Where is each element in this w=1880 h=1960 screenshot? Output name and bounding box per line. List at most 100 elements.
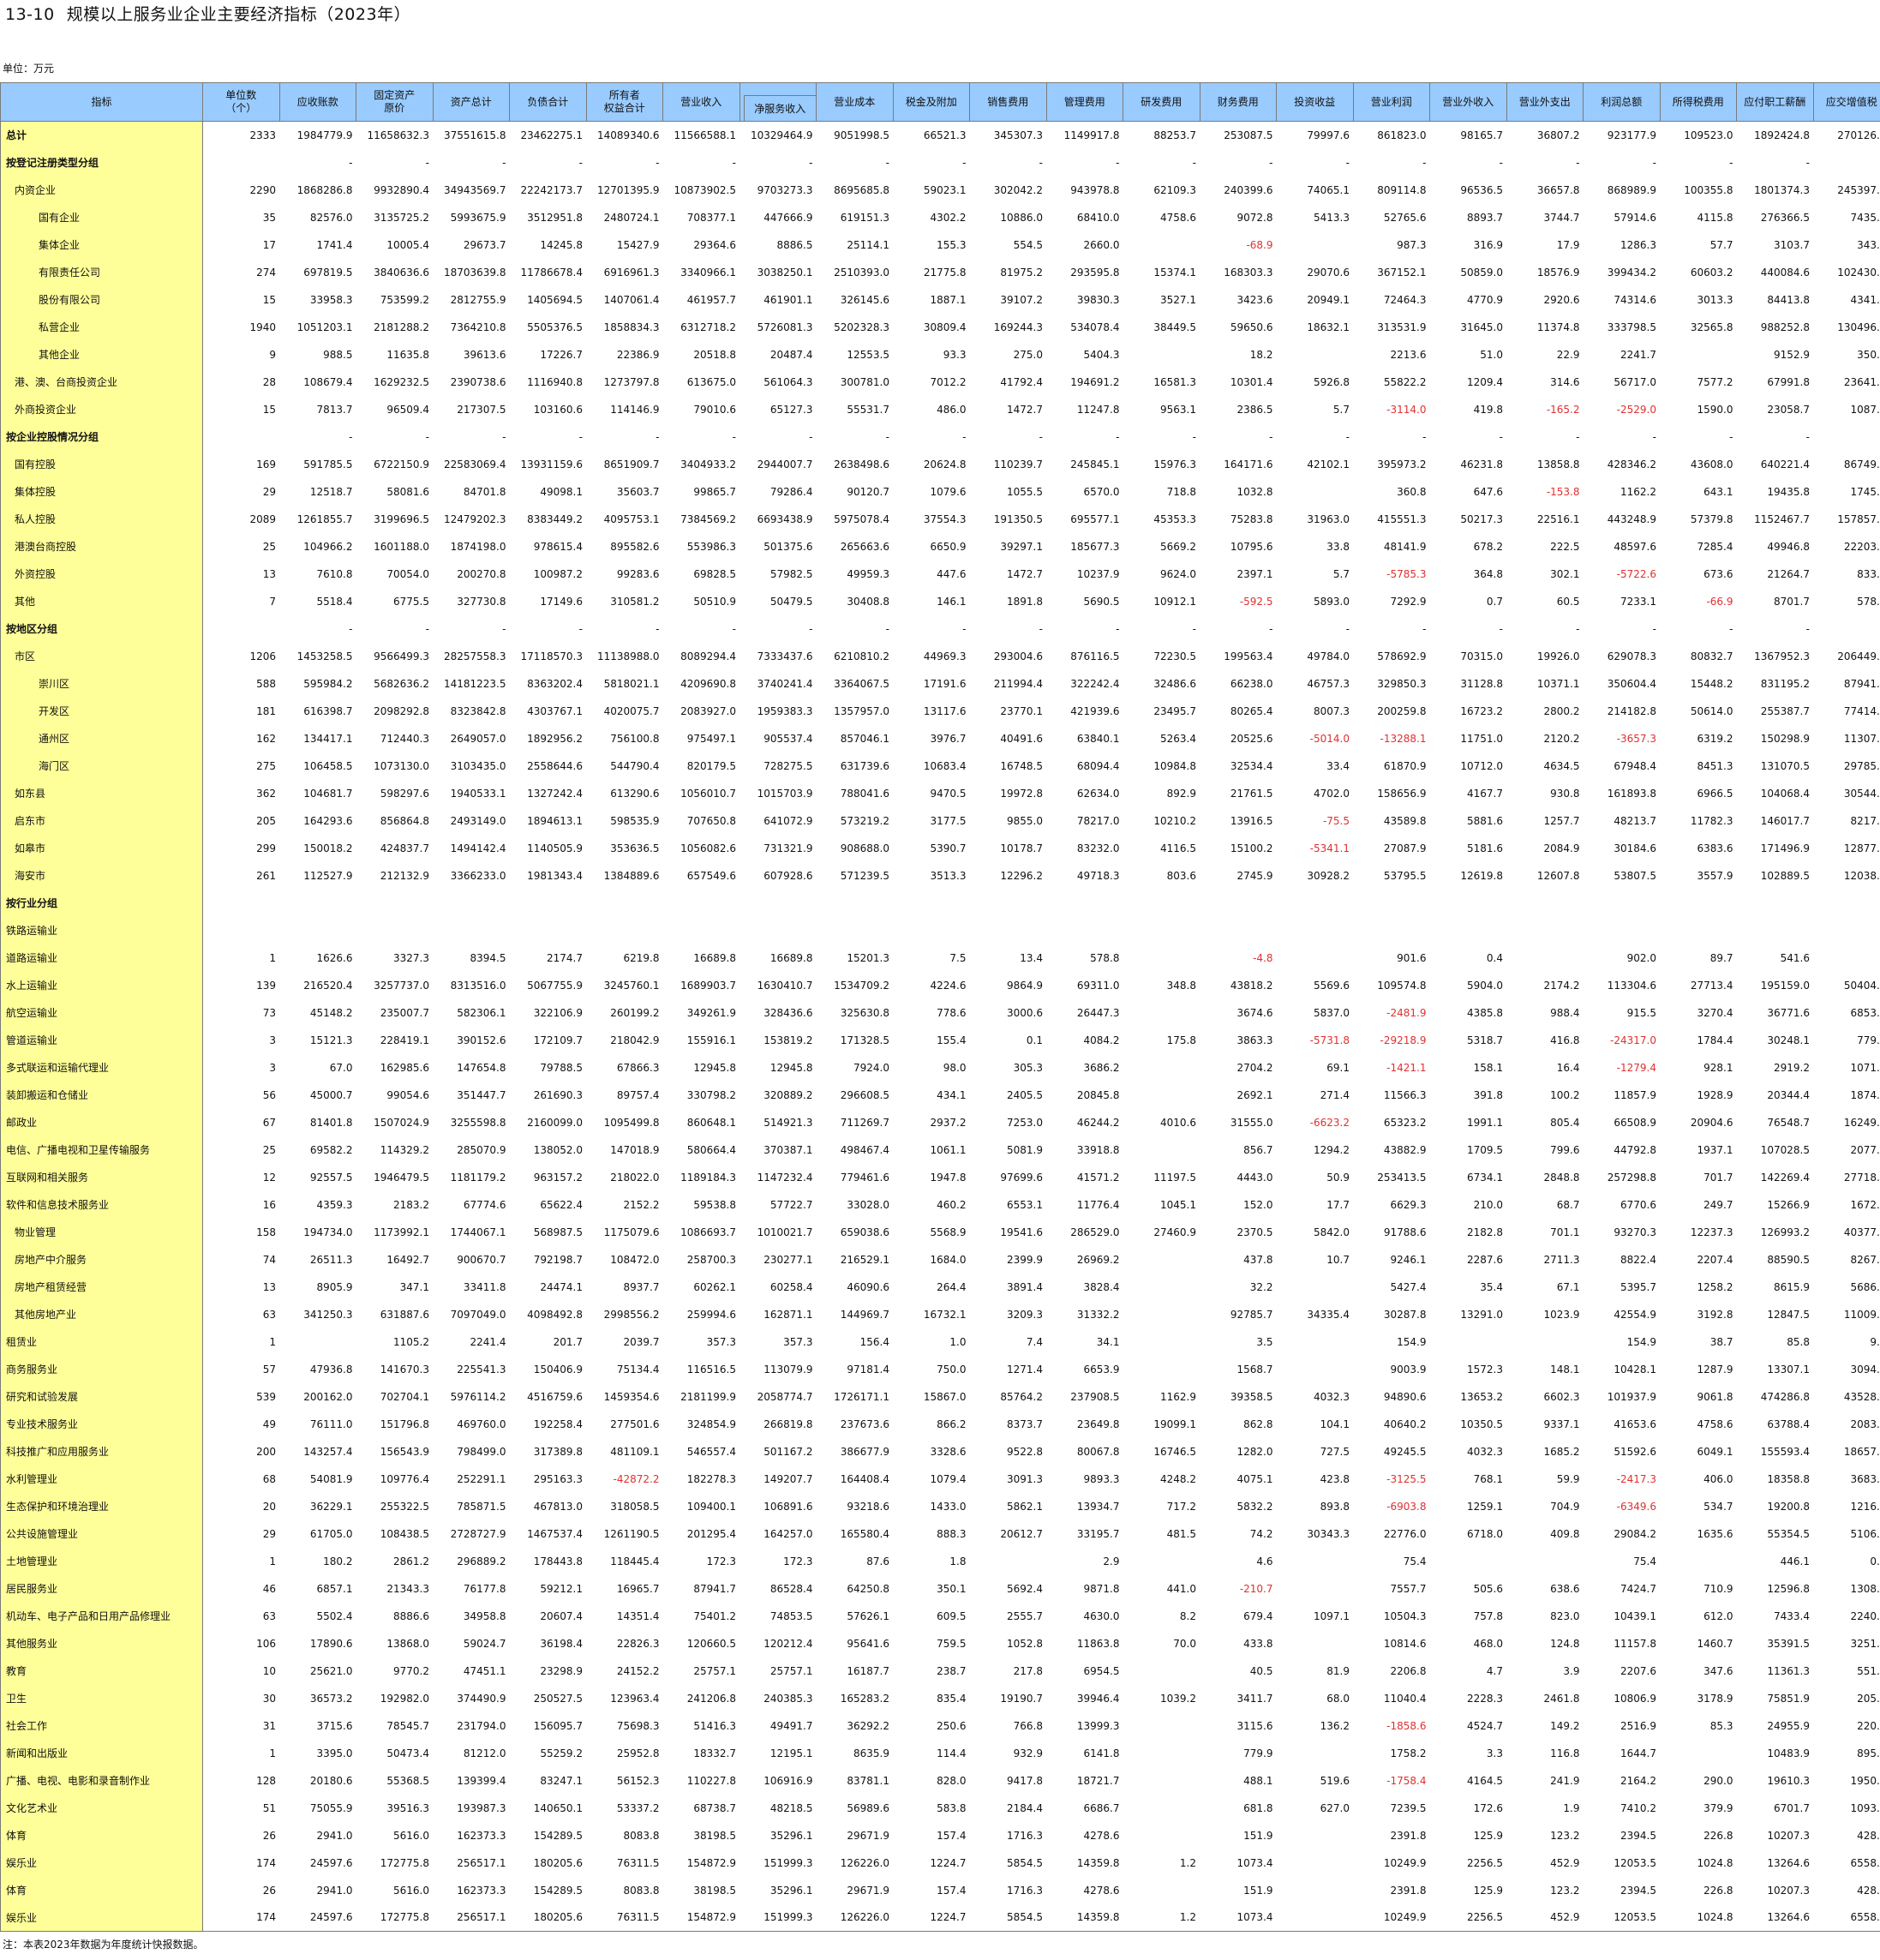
table-cell: 276366.5 (1760, 211, 1810, 224)
table-cell: 36657.8 (1536, 183, 1580, 196)
table-cell: 155.4 (937, 1034, 967, 1046)
table-cell: 1858834.3 (603, 321, 660, 333)
table-row: 总计 2333 1984779.9 11658632.3 37551615.8 23462… (0, 121, 1880, 149)
table-cell: 1894613.1 (527, 814, 583, 827)
table-cell: 59538.8 (693, 1198, 736, 1211)
table-cell (1584, 917, 1661, 944)
column-header: 财务费用 (1199, 82, 1277, 122)
table-row: 按地区分组--------------------- (0, 614, 1880, 643)
table-cell: 10912.1 (1153, 595, 1196, 608)
table-cell: 613290.6 (610, 787, 660, 800)
table-cell: 46244.2 (1076, 1116, 1120, 1129)
table-cell: 322242.4 (1070, 677, 1120, 690)
table-cell: 1407061.4 (603, 293, 660, 306)
table-cell: 286529.0 (1070, 1226, 1120, 1238)
table-cell: 316.9 (1473, 238, 1503, 251)
table-cell (1353, 890, 1430, 917)
table-cell: 1056082.6 (680, 842, 736, 854)
table-cell: 79286.4 (769, 485, 813, 498)
table-cell: 20612.7 (1000, 1527, 1043, 1540)
table-cell: 1010021.7 (757, 1226, 813, 1238)
table-cell: 7424.7 (1620, 1582, 1656, 1595)
table-cell: 9770.2 (393, 1664, 429, 1677)
table-cell: 60258.4 (769, 1280, 813, 1293)
column-header: 指标 (0, 82, 203, 122)
table-cell: 474286.8 (1760, 1390, 1810, 1403)
row-label: 航空运输业 (0, 998, 203, 1027)
table-cell: 11635.8 (386, 348, 429, 361)
table-cell: 647.6 (1473, 485, 1503, 498)
table-cell: 2998556.2 (603, 1308, 660, 1321)
table-cell: 4032.3 (1467, 1445, 1503, 1458)
table-cell: 169 (256, 458, 276, 471)
table-cell: 24597.6 (309, 1856, 353, 1869)
table-cell: 8083.8 (623, 1829, 660, 1842)
table-cell: 2461.8 (1543, 1692, 1580, 1705)
column-header: 固定资产 原价 (356, 82, 434, 122)
table-cell: 302042.2 (993, 183, 1043, 196)
table-cell: -1758.4 (1386, 1774, 1427, 1787)
table-cell: 756100.8 (610, 732, 660, 745)
table-cell: 2391.8 (1390, 1884, 1427, 1897)
table-cell: 13868.0 (386, 1637, 429, 1650)
table-cell: 440084.6 (1760, 266, 1810, 279)
table-cell: 175.8 (1166, 1034, 1196, 1046)
table-cell: 180205.6 (509, 1903, 586, 1932)
table-cell (1813, 917, 1880, 944)
table-cell: 285070.9 (457, 1143, 506, 1156)
table-cell: 154.9 (1626, 1335, 1656, 1348)
table-cell: 15201.3 (847, 951, 889, 964)
table-cell: 55368.5 (386, 1774, 429, 1787)
table-cell (1123, 1767, 1200, 1795)
table-cell: 9522.8 (1007, 1445, 1043, 1458)
table-cell: 150018.2 (303, 842, 353, 854)
table-cell: 266819.8 (763, 1418, 813, 1430)
table-cell: 62634.0 (1076, 787, 1120, 800)
table-cell: 9563.1 (1160, 403, 1196, 416)
table-row: 租赁业 1 1105.2 2241.4 201.7 2039.7 357.3 357.3 156… (0, 1328, 1880, 1356)
table-cell: 16965.7 (616, 1582, 660, 1595)
table-cell: 2704.2 (1236, 1061, 1273, 1074)
table-cell: 49959.3 (847, 567, 889, 580)
table-cell: 28257558.3 (443, 650, 506, 662)
table-cell: 75.4 (1403, 1555, 1427, 1567)
table-cell: 25114.1 (847, 238, 889, 251)
table-cell: 460.2 (937, 1198, 967, 1211)
table-cell: 428.7 (1857, 1829, 1880, 1842)
table-cell: 7012.2 (930, 375, 967, 388)
table-cell (1277, 944, 1354, 972)
table-cell: - (1269, 622, 1273, 635)
table-cell: 49098.1 (540, 485, 583, 498)
table-cell: 26447.3 (1076, 1006, 1120, 1019)
table-cell: 2728727.9 (450, 1527, 506, 1540)
row-label: 水上运输业 (0, 971, 203, 999)
table-cell: 4516759.6 (527, 1390, 583, 1403)
table-cell: 10428.1 (1614, 1363, 1656, 1376)
table-cell: 21343.3 (386, 1582, 429, 1595)
table-cell: 9.5 (1870, 1335, 1880, 1348)
table-cell: 8701.7 (1774, 595, 1810, 608)
row-label: 研究和试验发展 (0, 1382, 203, 1411)
table-cell: 51416.3 (693, 1719, 736, 1732)
table-cell: 17890.6 (309, 1637, 353, 1650)
table-cell: 200270.8 (457, 567, 506, 580)
table-row: 海安市 261 112527.9 212132.9 3366233.0 1981343.4… (0, 861, 1880, 890)
table-cell: 44792.8 (1614, 1143, 1656, 1156)
table-cell: 30928.2 (1307, 869, 1350, 882)
table-cell: 59650.6 (1230, 321, 1273, 333)
table-cell: 4095753.1 (603, 512, 660, 525)
table-cell: 1056010.7 (680, 787, 736, 800)
table-row: 商务服务业 57 47936.8 141670.3 225541.3 150406.9 75… (0, 1355, 1880, 1383)
table-cell: 27713.4 (1690, 979, 1733, 992)
table-cell (279, 1328, 356, 1356)
table-cell: 447.6 (937, 567, 967, 580)
table-cell: 900670.7 (457, 1253, 506, 1266)
table-cell: 5862.1 (1007, 1500, 1043, 1513)
table-cell: 1801374.3 (1754, 183, 1810, 196)
table-cell: 3 (269, 1061, 276, 1074)
table-cell: 302.1 (1550, 567, 1580, 580)
table-cell: 79010.6 (693, 403, 736, 416)
table-cell: 28 (262, 375, 276, 388)
table-cell: 216529.1 (840, 1253, 889, 1266)
table-cell: 165580.4 (840, 1527, 889, 1540)
